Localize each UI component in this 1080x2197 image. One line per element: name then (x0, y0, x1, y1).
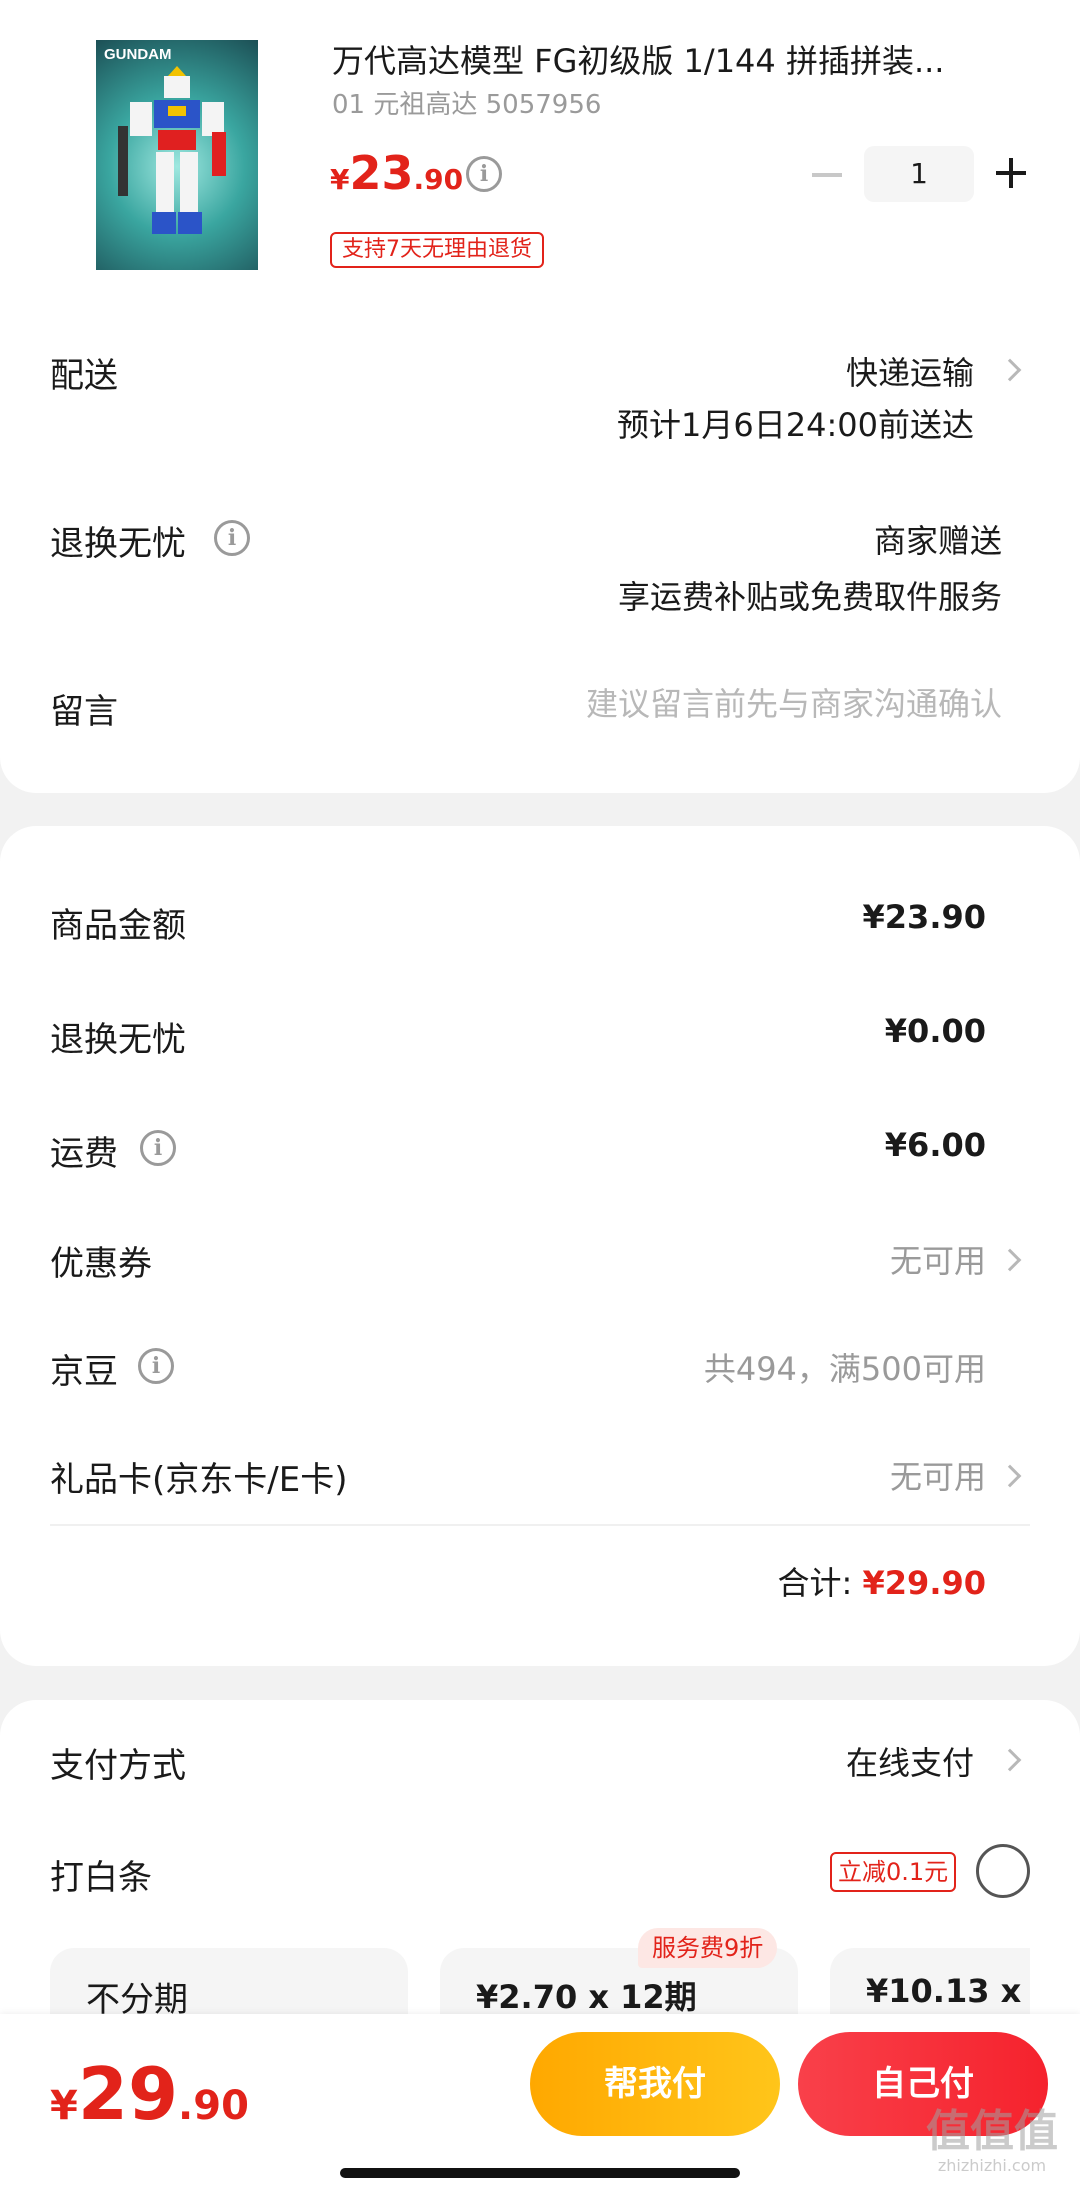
home-indicator[interactable] (340, 2168, 740, 2178)
product-variant[interactable]: 01 元祖高达 5057956 (332, 84, 601, 121)
summary-row-label: 礼品卡(京东卡/E卡) (50, 1460, 348, 1500)
jingdou-value: 共494，满500可用 (703, 1350, 986, 1388)
summary-row-label: 京豆 (50, 1352, 118, 1392)
quantity-value: 1 (910, 157, 928, 190)
checkout-currency: ¥ (50, 2083, 78, 2129)
service-fee-tag: 服务费9折 (638, 1928, 778, 1968)
summary-row-label: 优惠券 (50, 1244, 152, 1284)
jingdou-info-icon[interactable]: i (138, 1348, 174, 1384)
delivery-method[interactable]: 快递运输 (846, 348, 974, 394)
watermark-url: zhizhizhi.com (937, 2156, 1047, 2175)
site-watermark: 值值值 zhizhizhi.com (926, 2110, 1058, 2174)
baitiao-label: 打白条 (50, 1858, 152, 1898)
summary-divider (50, 1524, 1030, 1526)
return-worry-value: 商家赠送 (873, 522, 1002, 560)
help-pay-button[interactable]: 帮我付 (530, 2032, 780, 2136)
coupon-value[interactable]: 无可用 (890, 1236, 986, 1282)
shipping-info-icon[interactable]: i (140, 1130, 176, 1166)
summary-row-label: 退换无忧 (50, 1020, 186, 1060)
quantity-increase-button[interactable] (996, 158, 1026, 188)
price-symbol: ¥ (330, 163, 350, 196)
product-title[interactable]: 万代高达模型 FG初级版 1/144 拼插拼装... (332, 36, 944, 82)
payment-method-value[interactable]: 在线支付 (846, 1738, 974, 1784)
gift-card-value[interactable]: 无可用 (890, 1452, 986, 1498)
summary-total: 合计: ¥29.90 (778, 1558, 986, 1604)
return-worry-label: 退换无忧 (50, 524, 186, 564)
baitiao-radio[interactable] (976, 1844, 1030, 1898)
checkout-decimal: .90 (178, 2083, 249, 2129)
return-worry-info-icon[interactable]: i (214, 520, 250, 556)
baitiao-discount-badge: 立减0.1元 (830, 1852, 957, 1892)
plan-label: ¥2.70 x 12期 (476, 1978, 697, 2016)
return-worry-detail: 享运费补贴或免费取件服务 (617, 578, 1002, 616)
summary-row-label: 运费 (50, 1134, 118, 1174)
summary-row-value: ¥23.90 (862, 898, 986, 936)
product-image[interactable]: GUNDAM (96, 40, 258, 270)
plus-icon-vertical (1009, 158, 1013, 188)
message-label: 留言 (50, 692, 118, 732)
return-policy-badge: 支持7天无理由退货 (330, 232, 544, 268)
payment-method-label: 支付方式 (50, 1746, 186, 1786)
plan-label: ¥10.13 x 3 (866, 1972, 1030, 2010)
summary-row-label: 商品金额 (50, 906, 186, 946)
price-integer: 23 (349, 146, 414, 200)
total-value: ¥29.90 (862, 1564, 986, 1602)
summary-row-value: ¥6.00 (884, 1126, 986, 1164)
total-label: 合计: (777, 1564, 853, 1602)
summary-row-value: ¥0.00 (884, 1012, 986, 1050)
delivery-eta: 预计1月6日24:00前送达 (617, 406, 974, 444)
quantity-decrease-button[interactable] (812, 173, 842, 177)
quantity-field[interactable]: 1 (864, 146, 974, 202)
price-decimal: .90 (413, 163, 464, 196)
watermark-logo: 值值值 (926, 2106, 1058, 2157)
product-box-logo: GUNDAM (104, 46, 172, 63)
message-input[interactable] (442, 676, 1002, 732)
checkout-total: ¥29.90 (50, 2052, 249, 2136)
product-price: ¥23.90 (330, 146, 463, 200)
price-info-icon[interactable]: i (466, 156, 502, 192)
gundam-figure (118, 66, 226, 234)
checkout-integer: 29 (77, 2052, 179, 2136)
delivery-label: 配送 (50, 356, 118, 396)
